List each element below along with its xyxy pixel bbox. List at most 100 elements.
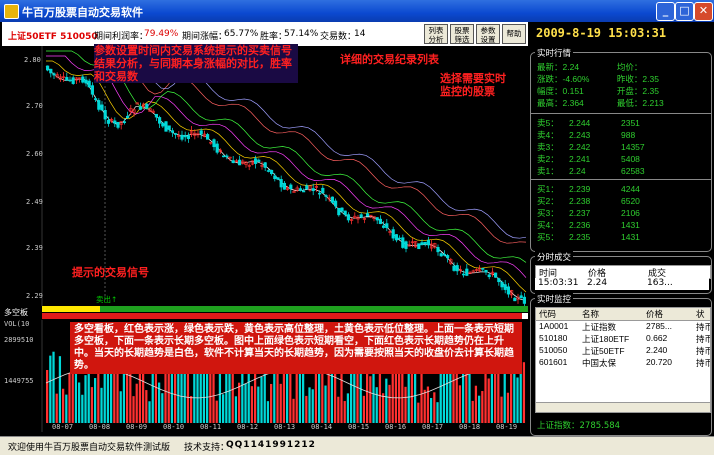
date-tick: 08-17 (422, 423, 444, 431)
candle (241, 159, 245, 165)
candle (388, 229, 392, 236)
close-button[interactable]: ✕ (694, 2, 713, 21)
candle (257, 158, 261, 163)
volume-bar (519, 373, 522, 423)
watch-row[interactable]: 510050 上证50ETF 2.240 持币 (536, 345, 710, 357)
stock-filter-button[interactable]: 股票 筛选 (450, 24, 474, 44)
watch-status: 持币 (696, 334, 710, 344)
tick-time: 15:03:31 (538, 278, 579, 288)
param-settings-button[interactable]: 参数 设置 (476, 24, 500, 44)
candle (49, 68, 53, 78)
candle (279, 175, 283, 192)
level-label: 卖5： (537, 118, 559, 128)
kline-chart[interactable]: 2.80 2.70 2.60 2.49 2.39 2.29 参数设置时间内交易系… (2, 44, 528, 306)
volume-bar (94, 378, 97, 423)
level-price: 2.237 (569, 208, 591, 218)
maximize-button[interactable]: □ (675, 2, 694, 21)
volume-bar (404, 386, 407, 423)
watch-hscrollbar[interactable] (536, 402, 710, 412)
minimize-button[interactable]: _ (656, 2, 675, 21)
date-tick: 08-15 (348, 423, 370, 431)
period-rise-value: 65.77% (224, 29, 259, 39)
date-tick: 08-19 (496, 423, 518, 431)
volume-bar (46, 370, 49, 423)
candle (519, 291, 523, 299)
watch-name: 上证指数 (582, 322, 617, 332)
candle (81, 74, 85, 84)
volume-bar (522, 362, 526, 423)
watch-row[interactable]: 601601 中国太保 20.720 持币 (536, 357, 710, 369)
volume-bar (145, 390, 148, 423)
candle (516, 293, 520, 304)
candle (231, 156, 235, 164)
watch-row[interactable]: 510180 上证180ETF 0.662 持币 (536, 333, 710, 345)
volume-bar (62, 388, 65, 423)
candle (455, 262, 459, 276)
watch-row[interactable]: 1A0001 上证指数 2785... 持币 (536, 321, 710, 333)
candle (311, 183, 315, 196)
watch-title: 实时监控 (535, 293, 574, 305)
volume-bar (343, 401, 346, 423)
watch-header[interactable]: 价格 (646, 308, 663, 320)
title-bar[interactable]: 牛百万股票自动交易软件 _ □ ✕ (0, 0, 714, 22)
date-tick: 08-12 (237, 423, 259, 431)
candle (503, 280, 507, 294)
candle (446, 253, 450, 263)
level-qty: 14357 (621, 142, 645, 152)
candle (225, 153, 229, 160)
app-icon (4, 4, 19, 19)
watch-name: 上证50ETF (582, 346, 625, 356)
candle (215, 140, 219, 155)
sell-level-row: 卖5： 2.244 2351 (537, 117, 640, 129)
sell-level-row: 卖3： 2.242 14357 (537, 141, 645, 153)
watch-header[interactable]: 代码 (539, 308, 556, 320)
candle (385, 219, 389, 232)
volume-bar (110, 373, 113, 423)
volume-bar (436, 402, 439, 423)
level-qty: 5408 (621, 154, 640, 164)
date-tick: 08-14 (311, 423, 333, 431)
quote-label: 幅度： (537, 86, 563, 96)
date-tick: 08-09 (126, 423, 148, 431)
long-short-explanation: 多空看板，红色表示涨，绿色表示跌，黄色表示高位整理，土黄色表示低位整理。上面一条… (70, 322, 522, 374)
candle (244, 161, 248, 168)
sell-level-row: 卖4： 2.243 988 (537, 129, 635, 141)
period-rise-label: 期间涨幅： (182, 32, 228, 42)
volume-bar (282, 369, 286, 423)
candle (439, 252, 443, 257)
watch-price: 2.240 (646, 345, 668, 355)
volume-bar (391, 369, 394, 423)
ticks-row[interactable]: 15:03:31 2.24 163... (535, 278, 709, 290)
index-footer: 上证指数：2785.584 (537, 421, 621, 431)
date-tick: 08-16 (385, 423, 407, 431)
volume-bar (52, 351, 55, 423)
volume-bar (359, 372, 362, 423)
watch-table[interactable]: 代码 名称 价格 状 1A0001 上证指数 2785... 持币 510180… (535, 307, 711, 413)
clock: 2009-8-19 15:03:31 (536, 26, 667, 40)
candle (289, 183, 293, 194)
list-analysis-button[interactable]: 列表 分析 (424, 24, 448, 44)
volume-bar (190, 396, 193, 423)
help-button[interactable]: 帮助 (502, 24, 526, 44)
candle (190, 125, 194, 138)
level-price: 2.239 (569, 184, 591, 194)
buy-level-row: 买2： 2.238 6520 (537, 195, 640, 207)
watch-code: 510180 (539, 333, 568, 343)
candle (132, 108, 136, 117)
ticks-panel: 分时成交 时间 价格 成交 15:03:31 2.24 163... (530, 251, 712, 294)
volume-bar (417, 402, 420, 423)
watch-header[interactable]: 状 (696, 308, 705, 320)
win-rate-value: 57.14% (284, 29, 319, 39)
candle (113, 117, 117, 127)
volume-bar (430, 398, 433, 423)
candle (417, 243, 421, 250)
volume-bar (382, 393, 385, 423)
quote-label: 开盘： (616, 86, 643, 96)
watch-header[interactable]: 名称 (582, 308, 599, 320)
quote-label: 最低： (616, 98, 643, 108)
date-axis: 08-07 08-08 08-09 08-10 08-11 08-12 08-13 08-14… (42, 423, 528, 432)
candle (298, 185, 302, 192)
volume-tick: 1449755 (4, 377, 34, 385)
candle (500, 280, 504, 291)
candle (337, 207, 341, 217)
